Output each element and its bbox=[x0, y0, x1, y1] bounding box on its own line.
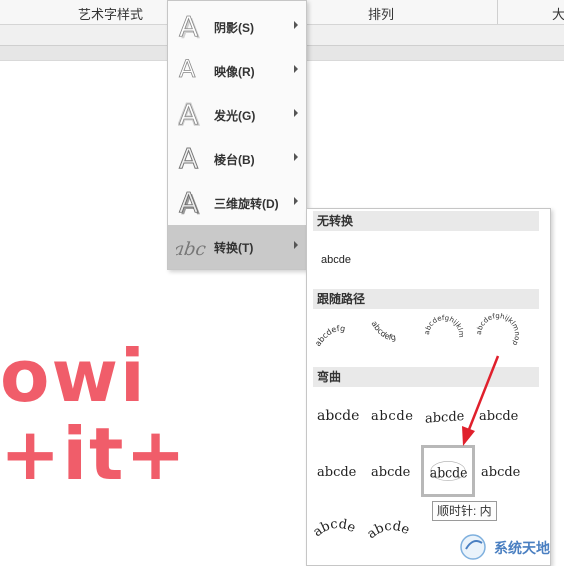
arrange-group-label: 排列 bbox=[368, 7, 395, 22]
svg-text:A: A bbox=[179, 55, 196, 83]
section-warp: 弯曲 bbox=[313, 367, 539, 387]
chevron-right-icon bbox=[294, 109, 298, 117]
svg-text:A: A bbox=[179, 143, 198, 175]
section-no-transform: 无转换 bbox=[313, 211, 539, 231]
warp-arch-up[interactable]: abcde bbox=[313, 505, 363, 549]
watermark-logo-icon bbox=[460, 534, 486, 560]
menu-item-bevel[interactable]: A 棱台(B) bbox=[168, 137, 306, 181]
warp-stop[interactable]: abcde bbox=[367, 393, 417, 437]
chevron-right-icon bbox=[294, 241, 298, 249]
svg-text:abc: abc bbox=[176, 239, 207, 260]
svg-text:abcdefghijklm: abcdefghijklm bbox=[423, 314, 465, 338]
menu-item-reflection[interactable]: A A 映像(R) bbox=[168, 49, 306, 93]
warp-arch-down[interactable]: abcde bbox=[367, 505, 417, 549]
svg-text:abcde: abcde bbox=[430, 466, 468, 482]
menu-item-label: 转换(T) bbox=[214, 241, 254, 255]
svg-text:abcde: abcde bbox=[371, 409, 413, 424]
chevron-right-icon bbox=[294, 197, 298, 205]
menu-item-label: 发光(G) bbox=[214, 109, 256, 123]
menu-item-shadow[interactable]: A A 阴影(S) bbox=[168, 5, 306, 49]
no-transform-option[interactable]: abcde bbox=[321, 254, 351, 266]
reflection-a-icon: A A bbox=[179, 55, 197, 87]
warp-circle-clockwise-inside[interactable]: abcde bbox=[421, 445, 475, 497]
site-watermark: 系统天地 bbox=[456, 531, 564, 561]
glow-a-icon: A A bbox=[178, 99, 200, 131]
menu-item-label: 阴影(S) bbox=[214, 21, 254, 35]
ribbon-separator bbox=[497, 0, 498, 24]
svg-text:A: A bbox=[179, 85, 195, 87]
chevron-right-icon bbox=[294, 65, 298, 73]
follow-path-arch-down[interactable]: abcdefg bbox=[367, 313, 417, 357]
warp-chevron[interactable]: abcde bbox=[475, 393, 525, 437]
follow-path-circle[interactable]: abcdefghijklm bbox=[419, 313, 469, 357]
svg-text:abcdefg: abcdefg bbox=[315, 324, 346, 348]
svg-text:abcde: abcde bbox=[367, 519, 412, 542]
svg-text:abcde: abcde bbox=[317, 408, 359, 424]
menu-item-label: 三维旋转(D) bbox=[214, 197, 279, 211]
svg-text:abcdefg: abcdefg bbox=[369, 319, 396, 342]
svg-text:abcde: abcde bbox=[317, 465, 357, 480]
menu-item-transform[interactable]: abc 转换(T) bbox=[168, 225, 306, 269]
transform-gallery: 无转换 abcde 跟随路径 abcdefg abcdefg abcdefghi… bbox=[306, 208, 551, 566]
warp-plain[interactable]: abcde bbox=[313, 393, 363, 437]
svg-text:abcde: abcde bbox=[425, 409, 465, 427]
watermark-text: 系统天地 bbox=[494, 540, 550, 556]
svg-text:A: A bbox=[179, 11, 198, 43]
text-effects-menu: A A 阴影(S) A A 映像(R) A A 发光(G) A 棱台(B) A … bbox=[167, 0, 307, 270]
warp-ring[interactable]: abcde bbox=[313, 449, 363, 493]
3d-rotation-a-icon: A A bbox=[179, 187, 201, 219]
wordart-styles-group-label: 艺术字样式 bbox=[78, 7, 144, 22]
warp-ring-inside[interactable]: abcde bbox=[367, 449, 417, 493]
svg-text:abcde: abcde bbox=[313, 517, 358, 540]
wordart-line-1[interactable]: owi bbox=[0, 340, 147, 412]
svg-text:A: A bbox=[179, 99, 198, 131]
svg-text:abcdefghijklmnop: abcdefghijklmnop bbox=[475, 313, 521, 347]
transform-abc-icon: abc bbox=[176, 239, 207, 260]
svg-text:A: A bbox=[179, 187, 198, 219]
menu-item-label: 棱台(B) bbox=[214, 153, 255, 167]
warp-circle-clockwise-outside[interactable]: abcde bbox=[477, 449, 527, 493]
menu-item-3d-rotation[interactable]: A A 三维旋转(D) bbox=[168, 181, 306, 225]
svg-text:abcde: abcde bbox=[481, 465, 521, 480]
selection-tooltip: 顺时针: 内 bbox=[432, 501, 497, 521]
follow-path-arch-up[interactable]: abcdefg bbox=[315, 313, 365, 357]
warp-triangle[interactable]: abcde bbox=[421, 393, 471, 437]
size-group-label: 大 bbox=[552, 7, 564, 22]
section-follow-path: 跟随路径 bbox=[313, 289, 539, 309]
wordart-line-2[interactable]: +it+ bbox=[0, 418, 188, 490]
bevel-a-icon: A bbox=[179, 143, 199, 175]
menu-item-label: 映像(R) bbox=[214, 65, 255, 79]
menu-item-glow[interactable]: A A 发光(G) bbox=[168, 93, 306, 137]
chevron-right-icon bbox=[294, 153, 298, 161]
follow-path-button[interactable]: abcdefghijklmnop bbox=[473, 313, 523, 357]
svg-text:abcde: abcde bbox=[479, 409, 519, 424]
chevron-right-icon bbox=[294, 21, 298, 29]
svg-text:abcde: abcde bbox=[371, 465, 411, 480]
shadow-a-icon: A A bbox=[179, 11, 201, 43]
